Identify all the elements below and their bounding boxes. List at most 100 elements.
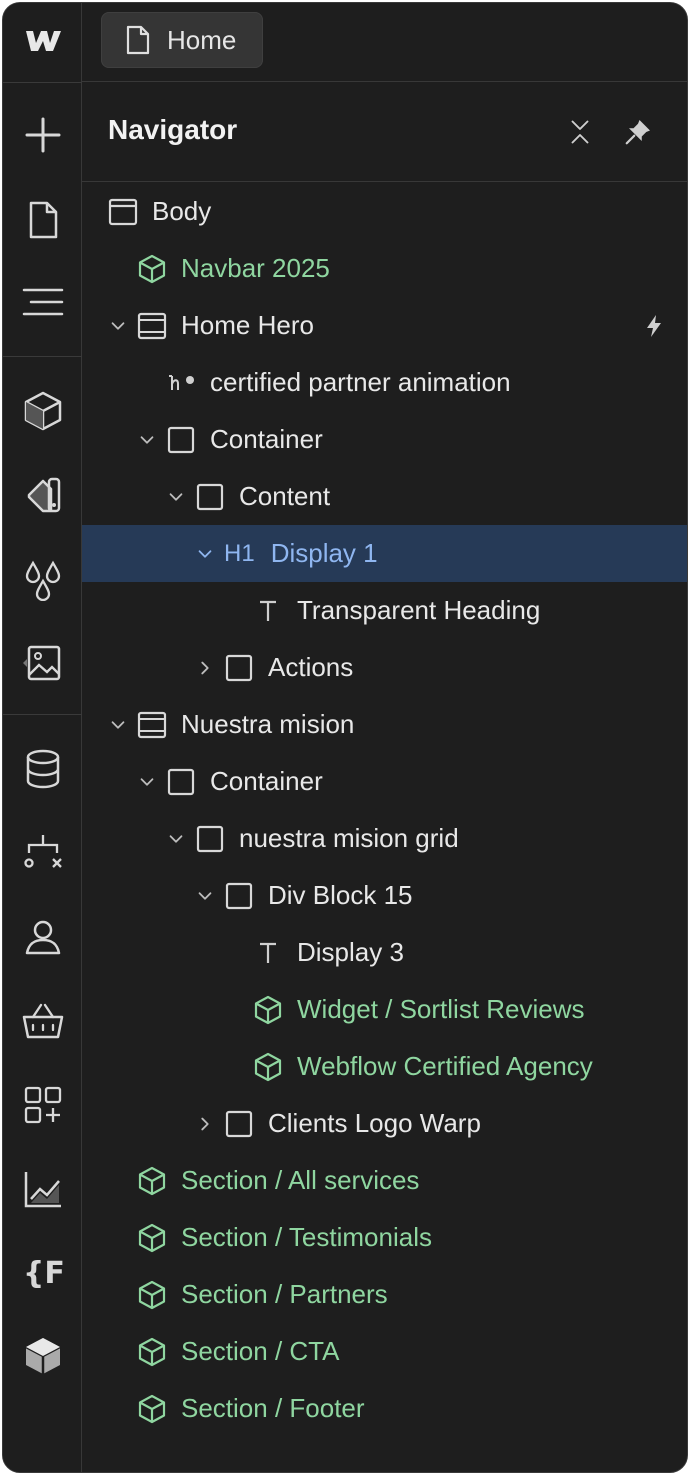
chevron-down-icon[interactable] <box>194 885 216 907</box>
apps-icon[interactable] <box>3 1077 82 1133</box>
tree-row[interactable]: Section / Partners <box>82 1266 687 1323</box>
tree-row[interactable]: Section / CTA <box>82 1323 687 1380</box>
tree-row-label: Transparent Heading <box>297 595 541 625</box>
cms-icon[interactable] <box>3 741 82 797</box>
tree-row[interactable]: Section / Footer <box>82 1380 687 1437</box>
analyze-icon[interactable] <box>3 1161 82 1217</box>
tree-row-label: Widget / Sortlist Reviews <box>297 994 585 1024</box>
component-icon <box>137 1166 167 1196</box>
webflow-logo-icon[interactable] <box>3 13 82 69</box>
users-icon[interactable] <box>3 909 82 965</box>
pages-icon[interactable] <box>3 192 82 248</box>
box-icon <box>224 881 254 911</box>
tree-row-label: Container <box>210 766 323 796</box>
tree-row-label: Section / Partners <box>181 1279 388 1309</box>
tree-row[interactable]: Clients Logo Warp <box>82 1095 687 1152</box>
chevron-down-icon[interactable] <box>107 315 129 337</box>
tree-row-label: Div Block 15 <box>268 880 413 910</box>
pin-icon[interactable] <box>618 112 658 152</box>
navigator-header: Navigator <box>82 82 687 182</box>
box-icon <box>166 425 196 455</box>
relume-icon[interactable] <box>3 1328 82 1384</box>
bolt-icon[interactable] <box>643 313 665 339</box>
page-tab-home[interactable]: Home <box>101 12 263 68</box>
tree-row-label: Clients Logo Warp <box>268 1108 481 1138</box>
components-icon[interactable] <box>3 383 82 439</box>
box-icon <box>195 824 225 854</box>
tree-row[interactable]: Section / All services <box>82 1152 687 1209</box>
tree-row-label: Section / All services <box>181 1165 420 1195</box>
tree-row[interactable]: Content <box>82 468 687 525</box>
tree-row[interactable]: Actions <box>82 639 687 696</box>
tree-row-label: Section / Footer <box>181 1393 365 1423</box>
top-bar: Home <box>82 3 687 82</box>
tree-row[interactable]: H1 Display 1 <box>82 525 687 582</box>
tree-row-label: Container <box>210 424 323 454</box>
tree-row[interactable]: Div Block 15 <box>82 867 687 924</box>
text-icon <box>253 596 283 626</box>
variables-icon[interactable] <box>3 551 82 607</box>
tree-row[interactable]: Section / Testimonials <box>82 1209 687 1266</box>
ecommerce-icon[interactable] <box>3 993 82 1049</box>
tree-row-label: Body <box>152 196 212 226</box>
component-icon <box>253 995 283 1025</box>
left-toolbar: {F <box>3 3 82 1472</box>
style-selector-icon[interactable] <box>3 467 82 523</box>
collapse-all-icon[interactable] <box>560 112 600 152</box>
chevron-down-icon[interactable] <box>165 486 187 508</box>
heading-tag: H1 <box>224 539 255 567</box>
tree-row[interactable]: Transparent Heading <box>82 582 687 639</box>
chevron-down-icon[interactable] <box>136 429 158 451</box>
section-icon <box>137 311 167 341</box>
assets-icon[interactable] <box>3 635 82 691</box>
tree-row[interactable]: Nuestra mision <box>82 696 687 753</box>
box-icon <box>166 767 196 797</box>
chevron-right-icon[interactable] <box>194 657 216 679</box>
chevron-down-icon[interactable] <box>136 771 158 793</box>
component-icon <box>137 1337 167 1367</box>
tree-row[interactable]: Home Hero <box>82 297 687 354</box>
navigator-icon[interactable] <box>3 274 82 330</box>
chevron-down-icon[interactable] <box>107 714 129 736</box>
body-icon <box>108 197 138 227</box>
tree-row[interactable]: Container <box>82 753 687 810</box>
tree-row[interactable]: Navbar 2025 <box>82 240 687 297</box>
svg-text:{F: {F <box>23 1256 65 1291</box>
tree-row-label: Section / CTA <box>181 1336 340 1366</box>
tree-row[interactable]: Body <box>82 183 687 240</box>
tree-row[interactable]: Widget / Sortlist Reviews <box>82 981 687 1038</box>
panel-title: Navigator <box>108 114 238 145</box>
lottie-icon <box>166 368 196 398</box>
tree-row[interactable]: Container <box>82 411 687 468</box>
chevron-down-icon[interactable] <box>165 828 187 850</box>
tree-row-label: Navbar 2025 <box>181 253 330 283</box>
text-icon <box>253 938 283 968</box>
component-icon <box>137 1223 167 1253</box>
tree-row[interactable]: Webflow Certified Agency <box>82 1038 687 1095</box>
finsweet-icon[interactable]: {F <box>3 1243 82 1299</box>
component-icon <box>253 1052 283 1082</box>
tree-row[interactable]: Display 3 <box>82 924 687 981</box>
tree-row[interactable]: certified partner animation <box>82 354 687 411</box>
chevron-right-icon[interactable] <box>194 1113 216 1135</box>
box-icon <box>224 653 254 683</box>
add-icon[interactable] <box>3 107 82 163</box>
page-icon <box>126 25 150 55</box>
logic-icon[interactable] <box>3 825 82 881</box>
tree-row-label: Display 3 <box>297 937 404 967</box>
tree-row[interactable]: nuestra mision grid <box>82 810 687 867</box>
tree-row-label: certified partner animation <box>210 367 511 397</box>
tree-row-label: nuestra mision grid <box>239 823 459 853</box>
chevron-down-icon[interactable] <box>194 543 216 565</box>
section-icon <box>137 710 167 740</box>
